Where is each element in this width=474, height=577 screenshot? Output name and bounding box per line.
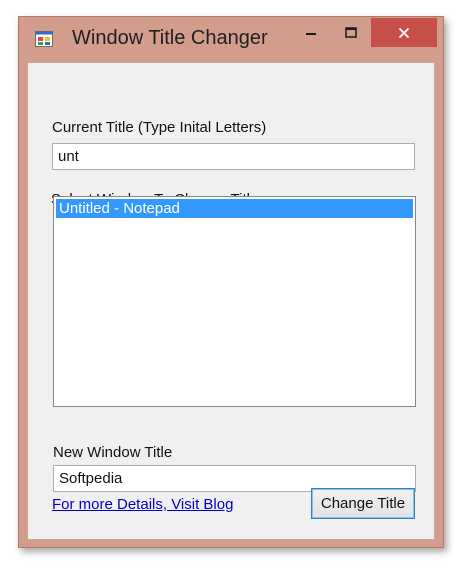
close-icon xyxy=(398,27,410,38)
blog-link[interactable]: For more Details, Visit Blog xyxy=(52,496,233,513)
current-title-input[interactable]: unt xyxy=(52,143,415,170)
maximize-icon xyxy=(345,26,357,38)
minimize-icon xyxy=(306,32,316,35)
new-title-label: New Window Title xyxy=(53,444,173,461)
change-title-button[interactable]: Change Title xyxy=(311,488,415,519)
app-window-icon xyxy=(35,31,53,47)
title-bar[interactable]: Window Title Changer xyxy=(19,17,443,61)
list-item[interactable]: Untitled - Notepad xyxy=(56,199,413,218)
minimize-button[interactable] xyxy=(297,18,325,47)
client-area: Current Title (Type Inital Letters) unt … xyxy=(27,62,435,540)
window-title: Window Title Changer xyxy=(72,27,268,49)
current-title-label: Current Title (Type Inital Letters) xyxy=(52,119,267,136)
maximize-button[interactable] xyxy=(337,18,365,47)
main-window: Window Title Changer Current Title (Type… xyxy=(18,16,444,548)
close-button[interactable] xyxy=(371,18,437,47)
window-listbox[interactable]: Untitled - Notepad xyxy=(53,196,416,407)
